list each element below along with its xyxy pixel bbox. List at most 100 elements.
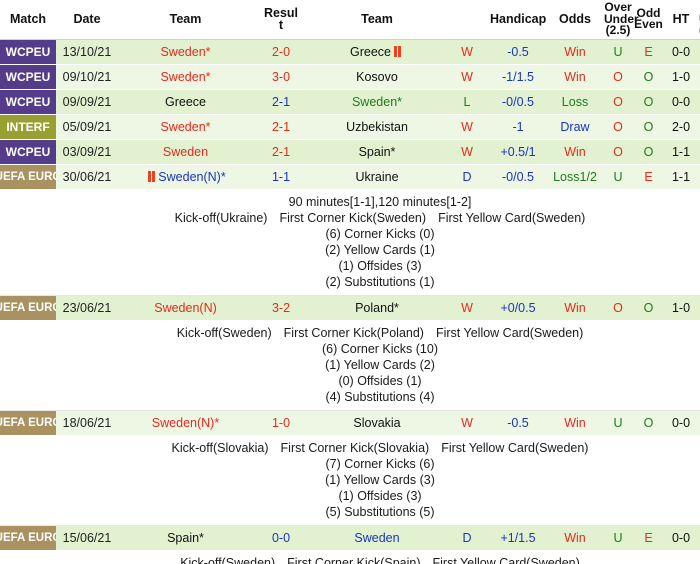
detail-stat: (4) Substitutions (4) [325, 389, 435, 404]
cell-date: 09/10/21 [56, 64, 118, 90]
cell-odds: Win [547, 64, 603, 90]
cell-date: 30/06/21 [56, 164, 118, 190]
cell-handicap: -1/1.5 [489, 64, 547, 90]
table-row[interactable]: UEFA EURO30/06/21Sweden(N)*1-1UkraineD-0… [0, 164, 700, 190]
detail-event: First Yellow Card(Sweden) [435, 325, 584, 340]
detail-events: Kick-off(Slovakia) First Corner Kick(Slov… [30, 440, 700, 456]
column-header-over-under-25[interactable]: Over Under (2.5) [603, 0, 639, 40]
cell-home-team: Greece [118, 89, 253, 115]
cell-away-team: Ukraine [309, 164, 445, 190]
column-header-date[interactable]: Date [56, 0, 118, 40]
cell-result: 2-1 [253, 139, 309, 165]
detail-stat: (2) Yellow Cards (1) [325, 242, 435, 257]
table-row[interactable]: WCPEU 09/10/21 Sweden* 3-0 Kosovo W -1/1.5 Win O… [0, 64, 700, 90]
league-badge-cell[interactable]: UEFA EURO [0, 295, 56, 321]
match-detail: Kick-off(Sweden) First Corner Kick(Spain)… [0, 555, 700, 564]
match-detail-row: Kick-off(Sweden) First Corner Kick(Poland… [0, 320, 700, 411]
cell-odd-even: E [633, 164, 664, 190]
cell-handicap: -0/0.5 [489, 89, 547, 115]
column-header-result[interactable]: Resul t [253, 0, 309, 40]
detail-minutes: 90 minutes[1-1],120 minutes[1-2] [288, 194, 472, 209]
cell-half-time: 1-0 [664, 64, 698, 90]
table-row[interactable]: WCPEU 13/10/21 Sweden* 2-0 Greece W -0.5 Win U E 0… [0, 39, 700, 65]
cell-date: 03/09/21 [56, 139, 118, 165]
cell-home-team: Sweden* [118, 64, 253, 90]
cell-handicap: +0/0.5 [489, 295, 547, 321]
cell-odd-even: O [633, 139, 664, 165]
match-detail-cell: Kick-off(Slovakia) First Corner Kick(Slov… [0, 435, 700, 526]
cell-home-team: Sweden* [118, 39, 253, 65]
league-badge: UEFA EURO [0, 525, 56, 549]
column-header-away-team[interactable]: Team [309, 0, 445, 40]
ou25-line3: (2.5) [605, 23, 631, 37]
cell-over-under-25: U [603, 164, 633, 190]
cell-home-team: Sweden(N)* [118, 164, 253, 190]
table-row[interactable]: UEFA EURO18/06/21Sweden(N)*1-0SlovakiaW-… [0, 410, 700, 436]
cell-outcome: W [445, 114, 489, 140]
cell-date: 18/06/21 [56, 410, 118, 436]
league-badge-cell[interactable]: INTERF [0, 114, 56, 140]
detail-stat: (1) Yellow Cards (2) [325, 357, 435, 372]
cell-half-time: 0-0 [664, 410, 698, 436]
table-header: Match Date Team Resul t Team Handicap Od… [0, 0, 700, 40]
league-badge-cell[interactable]: UEFA EURO [0, 525, 56, 551]
column-header-match[interactable]: Match [0, 0, 56, 40]
detail-stat: (1) Yellow Cards (3) [325, 472, 435, 487]
league-badge-cell[interactable]: UEFA EURO [0, 410, 56, 436]
cell-result: 3-2 [253, 295, 309, 321]
cell-handicap: -0.5 [489, 410, 547, 436]
table-row[interactable]: WCPEU 03/09/21 Sweden 2-1 Spain* W +0.5/1 Win O O… [0, 139, 700, 165]
table-row[interactable]: UEFA EURO15/06/21Spain*0-0SwedenD+1/1.5W… [0, 525, 700, 551]
match-detail-row: 90 minutes[1-1],120 minutes[1-2] Kick-off… [0, 189, 700, 296]
cell-over-under-25: O [603, 139, 633, 165]
cell-date: 13/10/21 [56, 39, 118, 65]
cell-result: 1-0 [253, 410, 309, 436]
league-badge: UEFA EURO [0, 410, 56, 434]
league-badge-cell[interactable]: WCPEU [0, 89, 56, 115]
league-badge: WCPEU [0, 64, 56, 88]
detail-event: Kick-off(Slovakia) [171, 440, 269, 455]
league-badge-cell[interactable]: WCPEU [0, 39, 56, 65]
red-card-icon [394, 45, 401, 57]
column-header-odd-even[interactable]: Odd Even [633, 0, 664, 40]
cell-handicap: -0.5 [489, 39, 547, 65]
cell-away-team: Sweden [309, 525, 445, 551]
league-badge-cell[interactable]: WCPEU [0, 64, 56, 90]
league-badge-cell[interactable]: UEFA EURO [0, 164, 56, 190]
cell-odds: Draw [547, 114, 603, 140]
table-row[interactable]: UEFA EURO23/06/21Sweden(N)3-2Poland*W+0/… [0, 295, 700, 321]
cell-odds: Win [547, 525, 603, 551]
cell-over-under-25: U [603, 410, 633, 436]
league-badge: UEFA EURO [0, 295, 56, 319]
cell-odds: Win [547, 139, 603, 165]
table-row[interactable]: WCPEU 09/09/21 Greece 2-1 Sweden* L -0/0.5 Loss… [0, 89, 700, 115]
column-header-home-team[interactable]: Team [118, 0, 253, 40]
detail-stat: (0) Offsides (1) [338, 373, 422, 388]
table-row[interactable]: INTERF 05/09/21 Sweden* 2-1 Uzbekistan W -1 Dra… [0, 114, 700, 140]
cell-over-under-25: O [603, 64, 633, 90]
cell-result: 1-1 [253, 164, 309, 190]
detail-stat: (6) Corner Kicks (0) [325, 226, 435, 241]
column-header-result-line2: t [278, 18, 284, 33]
column-header-odds[interactable]: Odds [547, 0, 603, 40]
cell-result: 0-0 [253, 525, 309, 551]
detail-stat: (5) Substitutions (5) [325, 504, 435, 519]
cell-away-team: Sweden* [309, 89, 445, 115]
detail-event: First Yellow Card(Sweden) [441, 440, 589, 455]
detail-event: First Yellow Card(Sweden) [432, 555, 580, 564]
column-header-ht[interactable]: HT [664, 0, 698, 40]
detail-events: Kick-off(Sweden) First Corner Kick(Poland… [30, 325, 700, 341]
cell-half-time: 1-1 [664, 164, 698, 190]
match-detail-cell: 90 minutes[1-1],120 minutes[1-2] Kick-off… [0, 189, 700, 296]
match-detail-row: Kick-off(Slovakia) First Corner Kick(Slov… [0, 435, 700, 526]
detail-event: First Corner Kick(Poland) [283, 325, 424, 340]
league-badge-cell[interactable]: WCPEU [0, 139, 56, 165]
cell-odds: Loss [547, 89, 603, 115]
detail-event: First Corner Kick(Spain) [287, 555, 421, 564]
cell-result: 2-1 [253, 89, 309, 115]
match-detail: 90 minutes[1-1],120 minutes[1-2] Kick-off… [0, 194, 700, 290]
cell-home-team: Sweden(N)* [118, 410, 253, 436]
cell-home-team: Sweden [118, 139, 253, 165]
detail-stat: (7) Corner Kicks (6) [325, 456, 435, 471]
column-header-handicap[interactable]: Handicap [489, 0, 547, 40]
